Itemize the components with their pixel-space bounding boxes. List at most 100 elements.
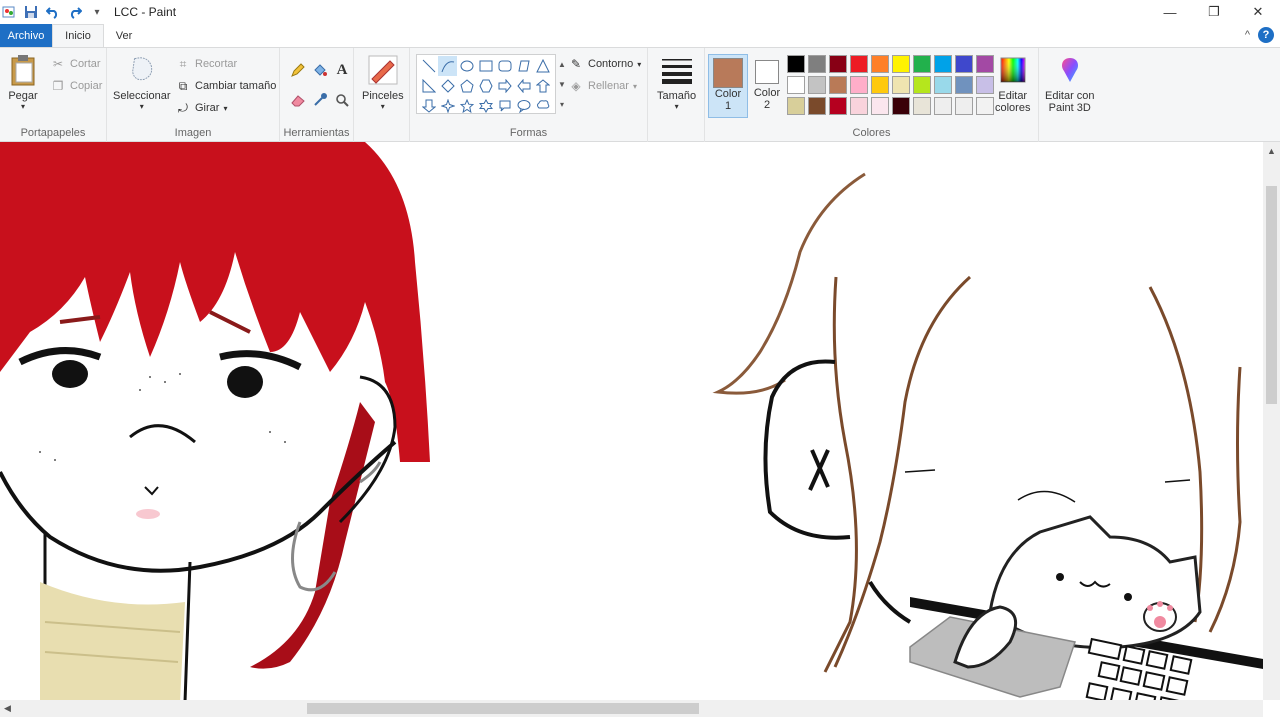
fill-bucket-icon[interactable]: [310, 60, 330, 80]
fill-button[interactable]: ◈ Rellenar ▾: [568, 76, 637, 96]
palette-color-27[interactable]: [934, 97, 952, 115]
color1-button[interactable]: Color 1: [708, 54, 748, 118]
palette-color-3[interactable]: [850, 55, 868, 73]
outline-button[interactable]: ✎ Contorno ▾: [568, 54, 641, 74]
rounded-rectangle-shape-icon[interactable]: [495, 56, 514, 76]
palette-color-15[interactable]: [892, 76, 910, 94]
drawing-canvas[interactable]: [0, 142, 1280, 720]
pencil-icon[interactable]: [288, 60, 308, 80]
undo-icon[interactable]: [44, 3, 62, 21]
color2-button[interactable]: Color 2: [747, 54, 787, 118]
size-label: Tamaño: [657, 90, 697, 102]
restore-button[interactable]: ❐: [1192, 0, 1236, 24]
cloud-callout-shape-icon[interactable]: [533, 96, 552, 116]
horizontal-scrollbar[interactable]: ◀: [0, 700, 1263, 717]
paste-button[interactable]: Pegar ▾: [8, 54, 38, 111]
palette-color-17[interactable]: [934, 76, 952, 94]
save-icon[interactable]: [22, 3, 40, 21]
polygon-shape-icon[interactable]: [514, 56, 533, 76]
palette-color-1[interactable]: [808, 55, 826, 73]
palette-color-4[interactable]: [871, 55, 889, 73]
vertical-scroll-thumb[interactable]: [1266, 186, 1277, 404]
palette-color-14[interactable]: [871, 76, 889, 94]
down-arrow-shape-icon[interactable]: [419, 96, 438, 116]
right-arrow-shape-icon[interactable]: [495, 76, 514, 96]
close-button[interactable]: ✕: [1236, 0, 1280, 24]
palette-color-25[interactable]: [892, 97, 910, 115]
palette-color-23[interactable]: [850, 97, 868, 115]
text-icon[interactable]: A: [332, 60, 352, 80]
palette-color-24[interactable]: [871, 97, 889, 115]
palette-color-20[interactable]: [787, 97, 805, 115]
hexagon-shape-icon[interactable]: [476, 76, 495, 96]
oval-callout-shape-icon[interactable]: [514, 96, 533, 116]
palette-color-21[interactable]: [808, 97, 826, 115]
diamond-shape-icon[interactable]: [438, 76, 457, 96]
four-point-star-shape-icon[interactable]: [438, 96, 457, 116]
palette-color-2[interactable]: [829, 55, 847, 73]
minimize-button[interactable]: —: [1148, 0, 1192, 24]
palette-color-7[interactable]: [934, 55, 952, 73]
pentagon-shape-icon[interactable]: [457, 76, 476, 96]
redo-icon[interactable]: [66, 3, 84, 21]
triangle-shape-icon[interactable]: [533, 56, 552, 76]
palette-color-11[interactable]: [808, 76, 826, 94]
palette-color-13[interactable]: [850, 76, 868, 94]
scroll-left-icon[interactable]: ◀: [4, 703, 11, 714]
six-point-star-shape-icon[interactable]: [476, 96, 495, 116]
resize-label: Cambiar tamaño: [195, 80, 277, 92]
palette-color-22[interactable]: [829, 97, 847, 115]
edit-with-paint3d-button[interactable]: Editar con Paint 3D: [1045, 54, 1095, 114]
edit-colors-button[interactable]: Editar colores: [995, 54, 1030, 114]
palette-color-29[interactable]: [976, 97, 994, 115]
palette-color-19[interactable]: [976, 76, 994, 94]
crop-button[interactable]: ⌗ Recortar: [175, 54, 238, 74]
copy-button[interactable]: ❐ Copiar: [50, 76, 103, 96]
palette-color-10[interactable]: [787, 76, 805, 94]
shapes-scroll[interactable]: ▲ ▼ ▾: [556, 54, 568, 114]
paint-app-icon[interactable]: [0, 3, 18, 21]
right-triangle-shape-icon[interactable]: [419, 76, 438, 96]
group-size: Tamaño ▾: [648, 48, 705, 142]
color2-number: 2: [763, 99, 771, 111]
palette-color-18[interactable]: [955, 76, 973, 94]
palette-color-28[interactable]: [955, 97, 973, 115]
rotate-button[interactable]: ⤾ Girar ▾: [175, 98, 227, 118]
tab-file[interactable]: Archivo: [0, 24, 52, 47]
up-arrow-shape-icon[interactable]: [533, 76, 552, 96]
palette-color-0[interactable]: [787, 55, 805, 73]
palette-color-6[interactable]: [913, 55, 931, 73]
horizontal-scroll-thumb[interactable]: [307, 703, 699, 714]
palette-color-26[interactable]: [913, 97, 931, 115]
select-button[interactable]: Seleccionar ▾: [113, 54, 170, 111]
size-button[interactable]: Tamaño ▾: [657, 54, 696, 111]
collapse-ribbon-button[interactable]: ^: [1245, 29, 1250, 41]
five-point-star-shape-icon[interactable]: [457, 96, 476, 116]
vertical-scrollbar[interactable]: ▲: [1263, 142, 1280, 700]
tab-view[interactable]: Ver: [104, 24, 144, 47]
eraser-icon[interactable]: [288, 90, 308, 110]
left-arrow-shape-icon[interactable]: [514, 76, 533, 96]
scroll-up-icon[interactable]: ▲: [1267, 146, 1276, 156]
curve-shape-icon[interactable]: [438, 56, 457, 76]
oval-shape-icon[interactable]: [457, 56, 476, 76]
brushes-button[interactable]: Pinceles ▾: [362, 54, 404, 111]
palette-color-16[interactable]: [913, 76, 931, 94]
magnifier-icon[interactable]: [332, 90, 352, 110]
palette-color-12[interactable]: [829, 76, 847, 94]
customize-quick-access-button[interactable]: ▾: [88, 3, 106, 21]
rectangle-shape-icon[interactable]: [476, 56, 495, 76]
cut-button[interactable]: ✂ Cortar: [50, 54, 101, 74]
line-shape-icon[interactable]: [419, 56, 438, 76]
rotate-dropdown-icon: ▾: [223, 103, 228, 113]
help-button[interactable]: ?: [1258, 27, 1274, 43]
rounded-callout-shape-icon[interactable]: [495, 96, 514, 116]
palette-color-5[interactable]: [892, 55, 910, 73]
palette-color-8[interactable]: [955, 55, 973, 73]
palette-color-9[interactable]: [976, 55, 994, 73]
fill-icon: ◈: [571, 79, 581, 93]
color-picker-icon[interactable]: [310, 90, 330, 110]
group-tools: A Herramientas: [280, 48, 354, 142]
resize-button[interactable]: ⧉ Cambiar tamaño: [175, 76, 277, 96]
tab-home[interactable]: Inicio: [52, 24, 104, 47]
